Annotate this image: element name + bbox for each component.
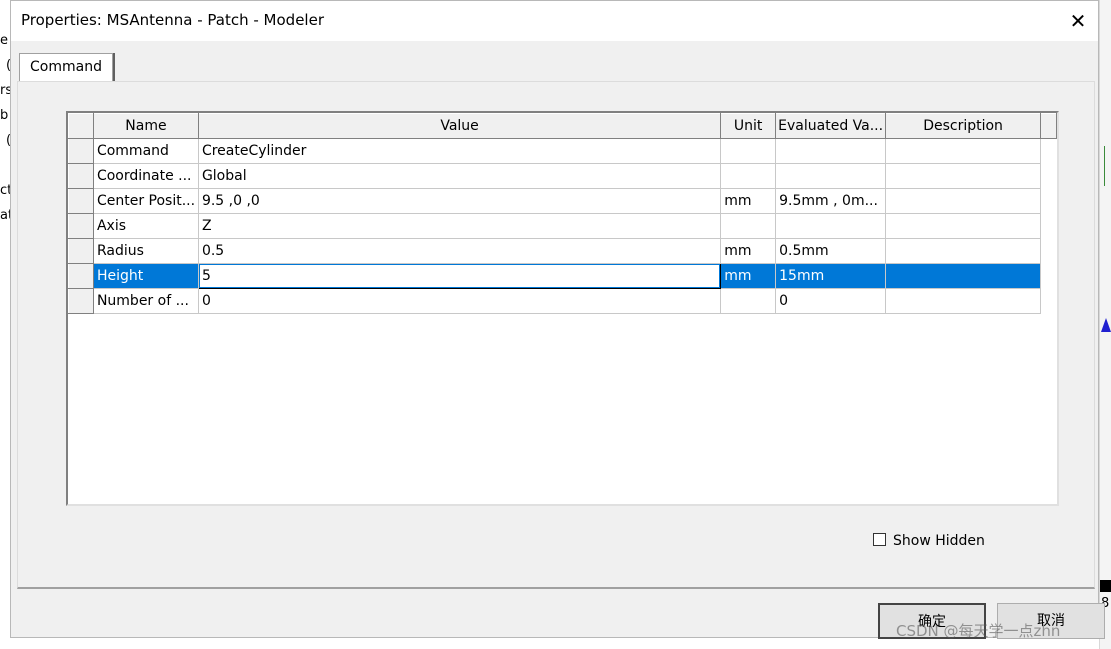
cell-name[interactable]: Number of ... bbox=[92, 288, 199, 314]
cell-evaluated: 15mm bbox=[775, 263, 887, 289]
row-header[interactable] bbox=[68, 138, 94, 164]
row-header[interactable] bbox=[68, 188, 94, 214]
column-header-evaluated[interactable]: Evaluated Va... bbox=[775, 113, 887, 139]
table-row[interactable]: Command CreateCylinder bbox=[68, 138, 1057, 164]
table-row[interactable]: Number of ... 0 0 bbox=[68, 288, 1057, 314]
properties-table: Name Value Unit Evaluated Va... Descript… bbox=[68, 113, 1057, 314]
cell-value-editor[interactable]: 5 bbox=[197, 263, 722, 289]
cell-name[interactable]: Height bbox=[92, 263, 199, 289]
column-header-filler bbox=[1039, 113, 1057, 139]
cell-description[interactable] bbox=[885, 188, 1041, 214]
cell-description[interactable] bbox=[885, 288, 1041, 314]
background-line bbox=[1104, 146, 1105, 186]
checkbox-box[interactable] bbox=[873, 533, 886, 546]
cell-evaluated bbox=[775, 213, 887, 239]
cell-unit[interactable]: mm bbox=[720, 238, 777, 264]
cell-unit[interactable] bbox=[720, 163, 777, 189]
cell-name[interactable]: Center Posit... bbox=[92, 188, 199, 214]
cell-evaluated: 0.5mm bbox=[775, 238, 887, 264]
background-text: b bbox=[0, 108, 9, 123]
cell-description[interactable] bbox=[885, 138, 1041, 164]
close-icon[interactable]: ✕ bbox=[1064, 7, 1092, 35]
cell-description[interactable] bbox=[885, 263, 1041, 289]
column-header-name[interactable]: Name bbox=[92, 113, 199, 139]
table-row[interactable]: Coordinate ... Global bbox=[68, 163, 1057, 189]
corner-header bbox=[68, 113, 94, 139]
background-triangle bbox=[1101, 318, 1111, 332]
properties-dialog: Properties: MSAntenna - Patch - Modeler … bbox=[10, 0, 1105, 639]
show-hidden-checkbox[interactable]: Show Hidden bbox=[873, 533, 985, 549]
cell-value[interactable]: Z bbox=[197, 213, 722, 239]
background-app-right-edge: 8 bbox=[1099, 0, 1111, 649]
row-header[interactable] bbox=[68, 288, 94, 314]
watermark: CSDN @每天学一点zhn bbox=[896, 622, 1061, 640]
row-header[interactable] bbox=[68, 163, 94, 189]
cell-value[interactable]: CreateCylinder bbox=[197, 138, 722, 164]
row-header[interactable] bbox=[68, 238, 94, 264]
cell-unit[interactable] bbox=[720, 138, 777, 164]
cell-description[interactable] bbox=[885, 163, 1041, 189]
column-header-description[interactable]: Description bbox=[885, 113, 1041, 139]
show-hidden-label: Show Hidden bbox=[893, 533, 985, 549]
table-row[interactable]: Center Posit... 9.5 ,0 ,0 mm 9.5mm , 0m.… bbox=[68, 188, 1057, 214]
tab-command[interactable]: Command bbox=[19, 53, 113, 81]
cell-value[interactable]: 0.5 bbox=[197, 238, 722, 264]
table-row[interactable]: Radius 0.5 mm 0.5mm bbox=[68, 238, 1057, 264]
cell-unit[interactable] bbox=[720, 213, 777, 239]
cell-name[interactable]: Command bbox=[92, 138, 199, 164]
cell-evaluated: 9.5mm , 0m... bbox=[775, 188, 887, 214]
cell-name[interactable]: Coordinate ... bbox=[92, 163, 199, 189]
cell-evaluated: 0 bbox=[775, 288, 887, 314]
row-header[interactable] bbox=[68, 213, 94, 239]
cell-evaluated bbox=[775, 163, 887, 189]
cell-unit[interactable] bbox=[720, 288, 777, 314]
cell-name[interactable]: Radius bbox=[92, 238, 199, 264]
table-row-selected[interactable]: Height 5 mm 15mm bbox=[68, 263, 1057, 289]
column-header-unit[interactable]: Unit bbox=[720, 113, 777, 139]
table-row[interactable]: Axis Z bbox=[68, 213, 1057, 239]
properties-grid[interactable]: Name Value Unit Evaluated Va... Descript… bbox=[66, 111, 1059, 506]
header-row: Name Value Unit Evaluated Va... Descript… bbox=[68, 113, 1057, 139]
cell-unit[interactable]: mm bbox=[720, 188, 777, 214]
cell-value[interactable]: 0 bbox=[197, 288, 722, 314]
cell-name[interactable]: Axis bbox=[92, 213, 199, 239]
title-bar[interactable]: Properties: MSAntenna - Patch - Modeler … bbox=[11, 1, 1098, 41]
background-text: e bbox=[0, 33, 8, 48]
cell-evaluated bbox=[775, 138, 887, 164]
cell-value[interactable]: 9.5 ,0 ,0 bbox=[197, 188, 722, 214]
cell-description[interactable] bbox=[885, 213, 1041, 239]
row-header[interactable] bbox=[68, 263, 94, 289]
cell-unit[interactable]: mm bbox=[720, 263, 777, 289]
cell-value[interactable]: Global bbox=[197, 163, 722, 189]
column-header-value[interactable]: Value bbox=[197, 113, 722, 139]
background-bar bbox=[1100, 580, 1111, 592]
dialog-title: Properties: MSAntenna - Patch - Modeler bbox=[21, 11, 324, 29]
cell-description[interactable] bbox=[885, 238, 1041, 264]
